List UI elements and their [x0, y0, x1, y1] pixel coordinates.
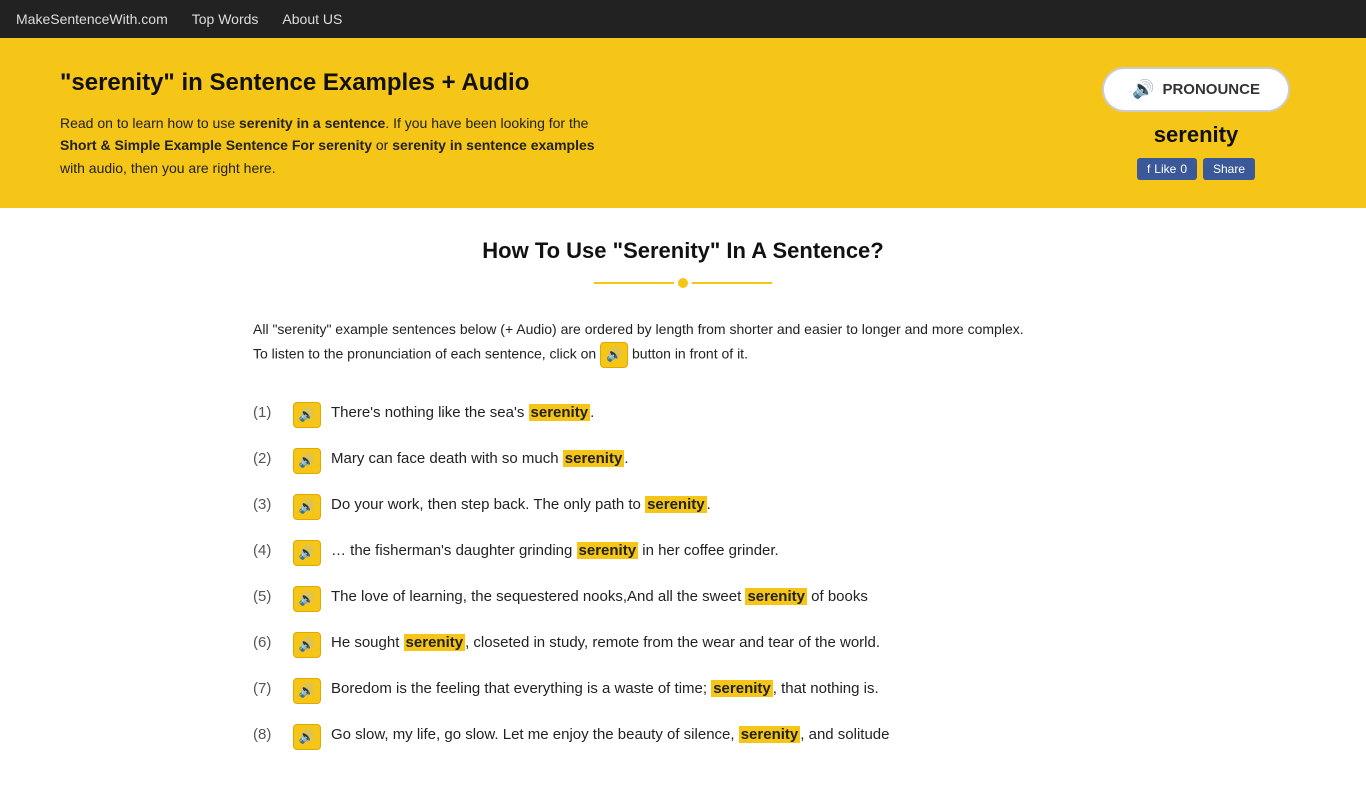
- speaker-icon: 🔊: [299, 545, 315, 561]
- sentence-num: (3): [253, 494, 283, 517]
- sentence-text: Do your work, then step back. The only p…: [331, 494, 1113, 517]
- nav-top-words[interactable]: Top Words: [192, 11, 259, 27]
- social-buttons: f Like 0 Share: [1137, 158, 1255, 180]
- sentence-text: There's nothing like the sea's serenity.: [331, 402, 1113, 425]
- intro-paragraph: All "serenity" example sentences below (…: [253, 318, 1113, 368]
- section-divider: [253, 278, 1113, 288]
- hero-banner: "serenity" in Sentence Examples + Audio …: [0, 38, 1366, 208]
- word-display: serenity: [1154, 122, 1238, 148]
- sentence-num: (4): [253, 540, 283, 563]
- highlight-word: serenity: [711, 680, 773, 697]
- sentence-text: Go slow, my life, go slow. Let me enjoy …: [331, 724, 1113, 747]
- sentence-audio-button[interactable]: 🔊: [293, 402, 321, 428]
- fb-like-button[interactable]: f Like 0: [1137, 158, 1197, 180]
- highlight-word: serenity: [563, 450, 625, 467]
- sentence-audio-button[interactable]: 🔊: [293, 540, 321, 566]
- sentence-num: (8): [253, 724, 283, 747]
- list-item: (7) 🔊 Boredom is the feeling that everyt…: [253, 668, 1113, 714]
- speaker-icon: 🔊: [1132, 79, 1154, 100]
- inline-audio-button[interactable]: 🔊: [600, 342, 628, 368]
- navbar: MakeSentenceWith.com Top Words About US: [0, 0, 1366, 38]
- sentence-text: Boredom is the feeling that everything i…: [331, 678, 1113, 701]
- speaker-icon: 🔊: [299, 591, 315, 607]
- sentence-audio-button[interactable]: 🔊: [293, 632, 321, 658]
- highlight-word: serenity: [577, 542, 639, 559]
- highlight-word: serenity: [404, 634, 466, 651]
- highlight-word: serenity: [745, 588, 807, 605]
- sentence-audio-button[interactable]: 🔊: [293, 586, 321, 612]
- divider-line-left: [594, 282, 674, 284]
- highlight-word: serenity: [529, 404, 591, 421]
- sentence-audio-button[interactable]: 🔊: [293, 678, 321, 704]
- sentence-num: (1): [253, 402, 283, 425]
- hero-description: Read on to learn how to use serenity in …: [60, 112, 620, 179]
- sentence-num: (5): [253, 586, 283, 609]
- hero-text-block: "serenity" in Sentence Examples + Audio …: [60, 67, 620, 179]
- sentence-text: Mary can face death with so much serenit…: [331, 448, 1113, 471]
- sentence-audio-button[interactable]: 🔊: [293, 494, 321, 520]
- speaker-icon: 🔊: [299, 407, 315, 423]
- hero-title: "serenity" in Sentence Examples + Audio: [60, 67, 620, 98]
- list-item: (2) 🔊 Mary can face death with so much s…: [253, 438, 1113, 484]
- fb-like-label: Like: [1154, 162, 1176, 176]
- speaker-icon: 🔊: [299, 499, 315, 515]
- divider-dot: [678, 278, 688, 288]
- sentence-num: (2): [253, 448, 283, 471]
- speaker-icon: 🔊: [299, 453, 315, 469]
- sentence-text: … the fisherman's daughter grinding sere…: [331, 540, 1113, 563]
- speaker-icon: 🔊: [299, 729, 315, 745]
- sentence-audio-button[interactable]: 🔊: [293, 724, 321, 750]
- hero-right-block: 🔊 PRONOUNCE serenity f Like 0 Share: [1086, 67, 1306, 180]
- nav-about-us[interactable]: About US: [282, 11, 342, 27]
- speaker-icon: 🔊: [299, 637, 315, 653]
- list-item: (5) 🔊 The love of learning, the sequeste…: [253, 576, 1113, 622]
- list-item: (8) 🔊 Go slow, my life, go slow. Let me …: [253, 714, 1113, 760]
- list-item: (4) 🔊 … the fisherman's daughter grindin…: [253, 530, 1113, 576]
- pronounce-button[interactable]: 🔊 PRONOUNCE: [1102, 67, 1290, 112]
- sentences-list: (1) 🔊 There's nothing like the sea's ser…: [253, 392, 1113, 760]
- main-content: How To Use "Serenity" In A Sentence? All…: [233, 208, 1133, 800]
- sentence-audio-button[interactable]: 🔊: [293, 448, 321, 474]
- speaker-inline-icon: 🔊: [606, 347, 622, 363]
- fb-share-button[interactable]: Share: [1203, 158, 1255, 180]
- nav-site-name[interactable]: MakeSentenceWith.com: [16, 11, 168, 27]
- list-item: (3) 🔊 Do your work, then step back. The …: [253, 484, 1113, 530]
- list-item: (6) 🔊 He sought serenity, closeted in st…: [253, 622, 1113, 668]
- sentence-num: (6): [253, 632, 283, 655]
- section-title: How To Use "Serenity" In A Sentence?: [253, 238, 1113, 264]
- fb-like-count: 0: [1180, 162, 1187, 176]
- sentence-text: He sought serenity, closeted in study, r…: [331, 632, 1113, 655]
- speaker-icon: 🔊: [299, 683, 315, 699]
- sentence-text: The love of learning, the sequestered no…: [331, 586, 1113, 609]
- fb-icon: f: [1147, 162, 1150, 176]
- list-item: (1) 🔊 There's nothing like the sea's ser…: [253, 392, 1113, 438]
- pronounce-label: PRONOUNCE: [1162, 81, 1260, 98]
- highlight-word: serenity: [739, 726, 801, 743]
- sentence-num: (7): [253, 678, 283, 701]
- highlight-word: serenity: [645, 496, 707, 513]
- divider-line-right: [692, 282, 772, 284]
